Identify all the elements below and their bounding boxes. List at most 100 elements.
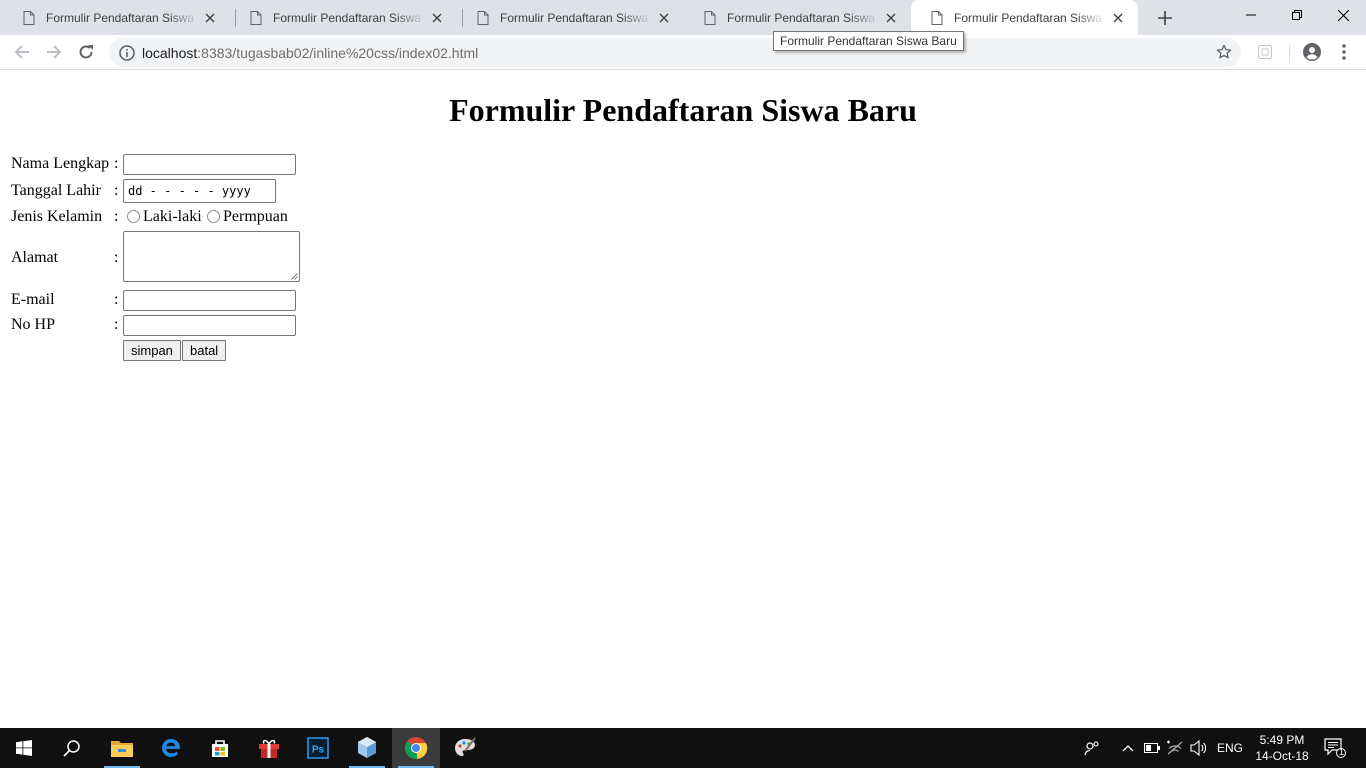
- gift-icon: [259, 739, 279, 758]
- arrow-right-icon: [47, 45, 62, 59]
- email-input[interactable]: [123, 290, 296, 311]
- label-tanggal: Tanggal Lahir: [11, 182, 101, 199]
- document-icon: [23, 10, 35, 25]
- svg-text:Ps: Ps: [312, 745, 325, 756]
- browser-tab-active[interactable]: Formulir Pendaftaran Siswa Baru: [911, 0, 1138, 35]
- tab-title: Formulir Pendaftaran Siswa Baru: [273, 10, 425, 25]
- battery-icon[interactable]: [1142, 728, 1162, 768]
- menu-icon[interactable]: [1334, 42, 1354, 62]
- edge-icon: [162, 739, 181, 757]
- taskbar: Ps ENG 5:49 PM 14-Oct-18 1: [0, 728, 1366, 768]
- cube-icon: [358, 737, 376, 758]
- browser-tab[interactable]: Formulir Pendaftaran Siswa Baru: [457, 0, 684, 35]
- browser-tab[interactable]: Formulir Pendaftaran Siswa Baru: [3, 0, 230, 35]
- page-content: Formulir Pendaftaran Siswa Baru Nama Len…: [0, 71, 1366, 728]
- close-tab-icon[interactable]: [429, 10, 445, 26]
- colon: :: [114, 291, 119, 308]
- browser-tab[interactable]: Formulir Pendaftaran Siswa Baru: [230, 0, 457, 35]
- close-tab-icon[interactable]: [1110, 10, 1126, 26]
- chrome-button[interactable]: [392, 728, 440, 768]
- tab-strip: Formulir Pendaftaran Siswa Baru Formulir…: [0, 0, 1366, 35]
- tab-tooltip: Formulir Pendaftaran Siswa Baru: [773, 31, 964, 51]
- account-icon[interactable]: [1302, 42, 1322, 62]
- people-icon[interactable]: [1080, 728, 1104, 768]
- toolbar-separator: [1289, 44, 1290, 62]
- store-button[interactable]: [196, 728, 244, 768]
- close-window-button[interactable]: [1320, 0, 1366, 30]
- restore-button[interactable]: [1274, 0, 1320, 30]
- start-button[interactable]: [0, 728, 48, 768]
- photoshop-button[interactable]: Ps: [294, 728, 342, 768]
- nama-input[interactable]: [123, 154, 296, 175]
- reload-icon: [79, 45, 93, 59]
- hp-input[interactable]: [123, 315, 296, 336]
- colon: :: [114, 182, 119, 199]
- save-button[interactable]: simpan: [123, 340, 181, 361]
- label-alamat: Alamat: [11, 249, 59, 266]
- store-icon: [212, 740, 228, 757]
- url-host: localhost: [142, 44, 198, 61]
- language-indicator[interactable]: ENG: [1214, 728, 1246, 768]
- cube-app-button[interactable]: [343, 728, 391, 768]
- wifi-icon[interactable]: [1164, 728, 1186, 768]
- page-title: Formulir Pendaftaran Siswa Baru: [449, 92, 917, 128]
- browser-tab[interactable]: Formulir Pendaftaran Siswa Baru: [684, 0, 911, 35]
- url-text: localhost:8383/tugasbab02/inline%20css/i…: [142, 45, 478, 61]
- address-bar[interactable]: localhost:8383/tugasbab02/inline%20css/i…: [109, 38, 1241, 67]
- radio-label-permpuan: Permpuan: [223, 208, 288, 225]
- label-nama: Nama Lengkap: [11, 155, 110, 172]
- colon: :: [114, 316, 119, 333]
- paint-app-button[interactable]: [441, 728, 489, 768]
- tab-title: Formulir Pendaftaran Siswa Baru: [46, 10, 198, 25]
- clock-time: 5:49 PM: [1259, 733, 1305, 747]
- folder-icon: [111, 741, 133, 757]
- close-tab-icon[interactable]: [883, 10, 899, 26]
- gift-app-button[interactable]: [245, 728, 293, 768]
- search-button[interactable]: [48, 728, 96, 768]
- cancel-button[interactable]: batal: [182, 340, 227, 361]
- restore-icon: [1292, 10, 1302, 20]
- star-icon[interactable]: [1216, 44, 1232, 60]
- new-tab-button[interactable]: [1154, 7, 1176, 29]
- resize-grip-icon[interactable]: [290, 272, 298, 280]
- radio-permpuan[interactable]: [207, 210, 220, 223]
- minimize-button[interactable]: [1228, 0, 1274, 30]
- taskbar-clock[interactable]: 5:49 PM 14-Oct-18: [1250, 732, 1314, 764]
- forward-button[interactable]: [40, 38, 68, 66]
- edge-button[interactable]: [147, 728, 195, 768]
- volume-icon[interactable]: [1188, 728, 1210, 768]
- colon: :: [114, 208, 119, 225]
- label-email: E-mail: [11, 291, 55, 308]
- minimize-icon: [1246, 14, 1256, 16]
- tab-title: Formulir Pendaftaran Siswa Baru: [727, 10, 879, 25]
- extension-icon[interactable]: [1255, 42, 1275, 62]
- chrome-icon: [405, 737, 428, 760]
- document-icon: [704, 10, 716, 25]
- document-icon: [477, 10, 489, 25]
- tab-title: Formulir Pendaftaran Siswa Baru: [954, 10, 1106, 25]
- notification-count: 1: [1339, 747, 1345, 757]
- radio-laki-laki[interactable]: [127, 210, 140, 223]
- date-input[interactable]: dd - - - - - yyyy: [123, 179, 276, 203]
- back-button[interactable]: [8, 38, 36, 66]
- reload-button[interactable]: [72, 38, 100, 66]
- close-tab-icon[interactable]: [656, 10, 672, 26]
- colon: :: [114, 249, 119, 266]
- close-icon: [1337, 9, 1349, 21]
- file-explorer-button[interactable]: [98, 728, 146, 768]
- search-icon: [63, 740, 80, 757]
- info-icon[interactable]: [119, 44, 135, 61]
- palette-icon: [455, 737, 476, 756]
- chevron-up-icon[interactable]: [1118, 728, 1138, 768]
- plus-icon: [1158, 11, 1172, 25]
- url-path: :8383/tugasbab02/inline%20css/index02.ht…: [197, 44, 479, 61]
- photoshop-icon: Ps: [307, 737, 329, 759]
- notification-center-button[interactable]: 1: [1318, 728, 1352, 768]
- close-tab-icon[interactable]: [202, 10, 218, 26]
- browser-toolbar: localhost:8383/tugasbab02/inline%20css/i…: [0, 35, 1366, 70]
- windows-icon: [16, 740, 32, 756]
- alamat-textarea[interactable]: [123, 231, 300, 282]
- tab-title: Formulir Pendaftaran Siswa Baru: [500, 10, 652, 25]
- label-kelamin: Jenis Kelamin: [11, 208, 103, 225]
- label-hp: No HP: [11, 316, 56, 333]
